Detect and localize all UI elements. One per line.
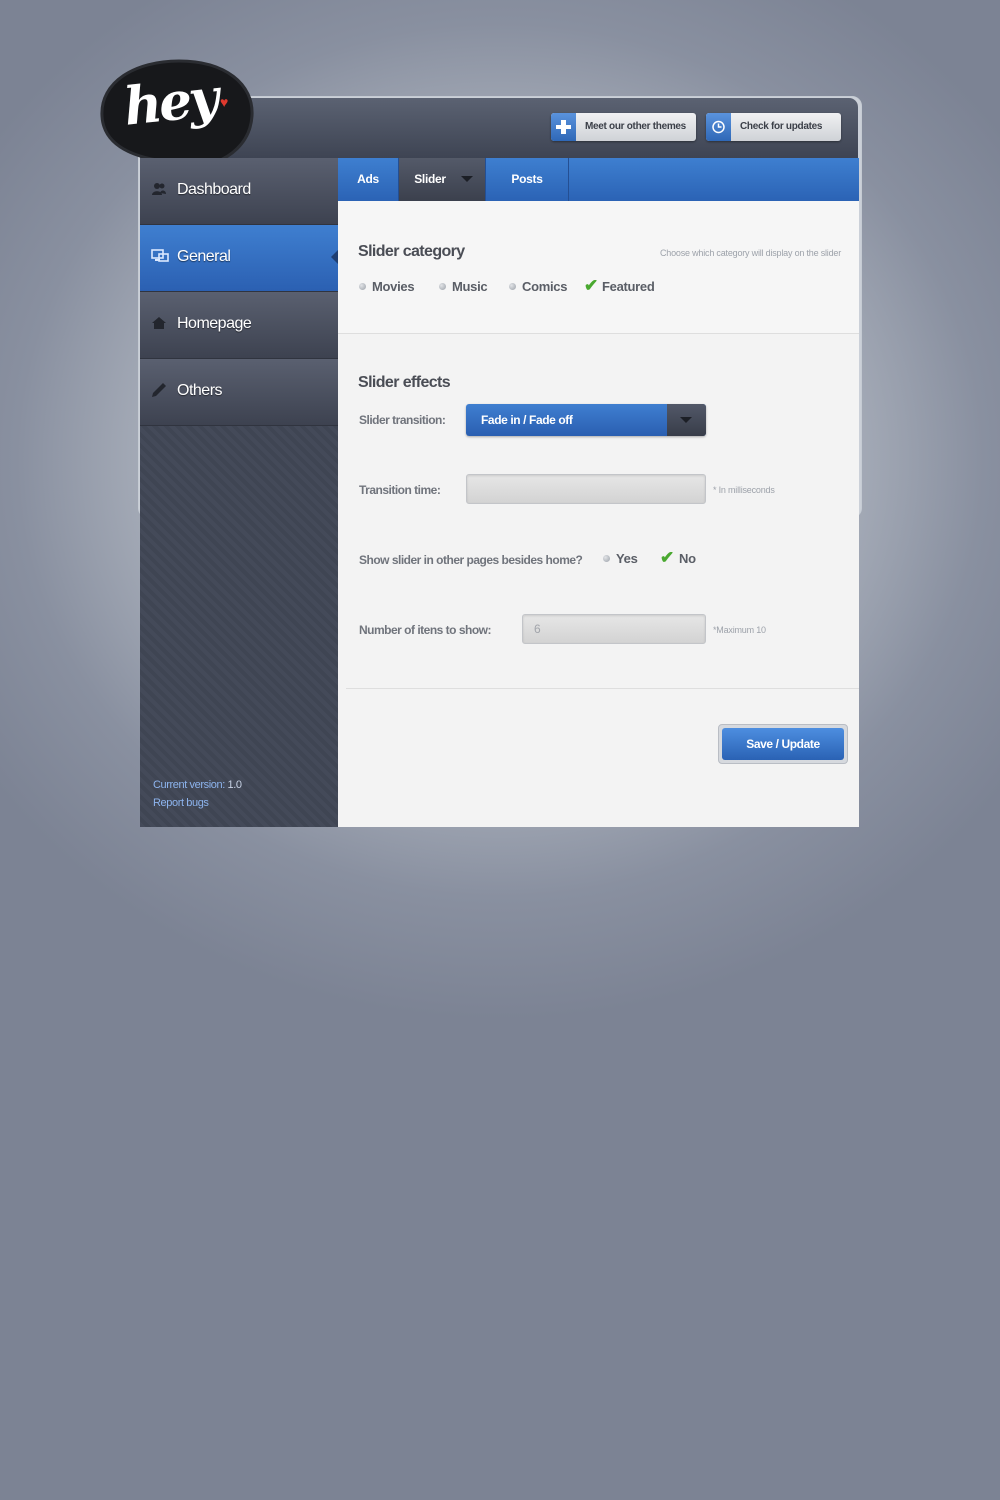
- save-update-button[interactable]: Save / Update: [718, 724, 848, 764]
- report-bugs-link[interactable]: Report bugs: [153, 797, 209, 809]
- clock-icon: [706, 113, 731, 141]
- option-movies-label: Movies: [372, 279, 415, 294]
- option-yes-label: Yes: [616, 551, 638, 566]
- heart-icon: ♥: [220, 94, 229, 110]
- transition-time-hint: * In milliseconds: [713, 485, 775, 495]
- tab-slider-label: Slider: [414, 172, 446, 186]
- transition-time-input[interactable]: [466, 474, 706, 504]
- tab-ads[interactable]: Ads: [338, 158, 399, 201]
- tab-slider[interactable]: Slider: [399, 158, 486, 201]
- transition-time-label: Transition time:: [359, 483, 441, 497]
- sidebar-item-label: Homepage: [177, 315, 252, 332]
- version-value: 1.0: [227, 779, 242, 791]
- meet-themes-label: Meet our other themes: [585, 121, 686, 132]
- plus-icon: [551, 113, 576, 141]
- items-count-label: Number of itens to show:: [359, 623, 492, 637]
- slider-effects-title: Slider effects: [358, 374, 451, 391]
- slider-transition-value: Fade in / Fade off: [481, 413, 573, 427]
- sidebar-item-label: General: [177, 248, 231, 265]
- sidebar-item-dashboard[interactable]: Dashboard: [140, 158, 338, 225]
- monitor-icon: [151, 248, 169, 264]
- items-count-input[interactable]: [522, 614, 706, 644]
- radio-comics[interactable]: [509, 283, 516, 290]
- option-featured-label: Featured: [602, 279, 655, 294]
- chevron-down-icon: [680, 417, 692, 423]
- sidebar-item-homepage[interactable]: Homepage: [140, 292, 338, 359]
- slider-category-hint: Choose which category will display on th…: [660, 248, 841, 258]
- pencil-icon: [151, 382, 167, 398]
- meet-themes-button[interactable]: Meet our other themes: [551, 113, 696, 141]
- divider: [346, 688, 859, 689]
- active-indicator-icon: [331, 250, 338, 264]
- users-icon: [151, 181, 167, 197]
- check-updates-button[interactable]: Check for updates: [706, 113, 841, 141]
- sidebar-item-general[interactable]: General: [140, 225, 338, 292]
- sidebar-item-label: Others: [177, 382, 223, 399]
- home-icon: [151, 315, 167, 331]
- items-count-hint: *Maximum 10: [713, 625, 766, 635]
- check-updates-label: Check for updates: [740, 121, 823, 132]
- sidebar: Dashboard General Homepage Others Curren…: [140, 158, 338, 827]
- dropdown-toggle[interactable]: [667, 404, 706, 436]
- sidebar-item-label: Dashboard: [177, 181, 251, 198]
- version-info: Current version: 1.0: [153, 779, 242, 791]
- tab-bar: Ads Slider Posts: [338, 158, 859, 201]
- radio-music[interactable]: [439, 283, 446, 290]
- slider-transition-select[interactable]: Fade in / Fade off: [466, 404, 706, 436]
- radio-movies[interactable]: [359, 283, 366, 290]
- chevron-down-icon: [461, 176, 473, 182]
- save-update-label: Save / Update: [722, 728, 844, 760]
- logo-text: hey: [121, 67, 220, 138]
- option-comics-label: Comics: [522, 279, 568, 294]
- radio-no-check-icon[interactable]: ✔: [660, 549, 674, 566]
- version-label: Current version:: [153, 779, 225, 791]
- radio-yes[interactable]: [603, 555, 610, 562]
- sidebar-item-others[interactable]: Others: [140, 359, 338, 426]
- main-content: Ads Slider Posts Slider category Choose …: [338, 158, 859, 827]
- option-music-label: Music: [452, 279, 488, 294]
- slider-transition-label: Slider transition:: [359, 413, 446, 427]
- radio-featured-check-icon[interactable]: ✔: [584, 277, 598, 294]
- slider-category-title: Slider category: [358, 243, 465, 260]
- show-slider-label: Show slider in other pages besides home?: [359, 553, 583, 567]
- slider-category-section: [338, 201, 859, 334]
- tab-posts[interactable]: Posts: [486, 158, 569, 201]
- option-no-label: No: [679, 551, 696, 566]
